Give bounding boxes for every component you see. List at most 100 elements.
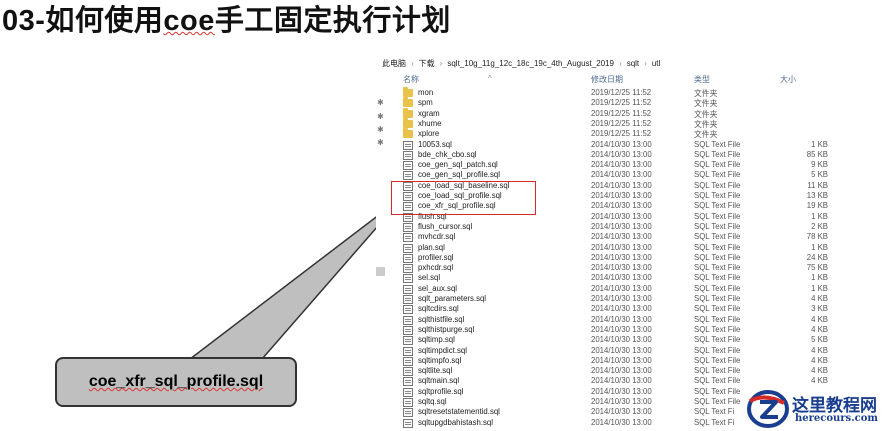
sql-file-icon xyxy=(403,346,413,356)
file-name: xgram xyxy=(418,108,440,118)
file-type: SQL Text Fi xyxy=(694,417,735,427)
breadcrumb-item[interactable]: sqlt_10g_11g_12c_18c_19c_4th_August_2019 xyxy=(447,59,614,68)
file-name: spm xyxy=(418,98,433,108)
file-row[interactable]: mvhcdr.sql 2014/10/30 13:00 SQL Text File 7… xyxy=(376,232,846,243)
sql-file-icon xyxy=(403,233,413,243)
sql-file-icon xyxy=(403,325,413,335)
file-name: sqltmain.sql xyxy=(418,376,460,386)
file-type: SQL Text File xyxy=(694,149,741,159)
sql-file-icon xyxy=(403,387,413,397)
file-name: flush_cursor.sql xyxy=(418,221,473,231)
sql-file-icon xyxy=(403,264,413,274)
file-size: 13 KB xyxy=(806,191,828,200)
file-type: SQL Text File xyxy=(694,335,741,345)
sql-file-icon xyxy=(403,150,413,160)
file-date: 2019/12/25 11:52 xyxy=(591,118,652,128)
file-row[interactable]: spm 2019/12/25 11:52 文件夹 xyxy=(376,97,846,108)
file-size: 4 KB xyxy=(811,324,828,334)
file-row[interactable]: 10053.sql 2014/10/30 13:00 SQL Text File 1 … xyxy=(376,140,846,150)
file-row[interactable]: profiler.sql 2014/10/30 13:00 SQL Text Fil… xyxy=(376,253,846,263)
file-size: 75 KB xyxy=(806,263,828,273)
sql-file-icon xyxy=(403,377,413,387)
file-name: sqltlite.sql xyxy=(418,366,453,376)
watermark-url: herecours.com xyxy=(795,413,879,424)
breadcrumb-item[interactable]: sqlt xyxy=(627,59,639,68)
file-type: SQL Text File xyxy=(694,283,741,293)
file-type: SQL Text File xyxy=(694,232,741,242)
file-size: 78 KB xyxy=(806,232,828,242)
file-row[interactable]: coe_gen_sql_profile.sql 2014/10/30 13:00 S… xyxy=(376,170,846,181)
file-name: mvhcdr.sql xyxy=(418,232,456,242)
file-row[interactable]: mon 2019/12/25 11:52 文件夹 xyxy=(376,87,846,98)
file-size: 4 KB xyxy=(811,355,828,365)
file-row[interactable]: xplore 2019/12/25 11:52 文件夹 xyxy=(376,128,846,139)
file-row[interactable]: sqltimp.sql 2014/10/30 13:00 SQL Text File… xyxy=(376,335,846,346)
file-row[interactable]: sqltcdirs.sql 2014/10/30 13:00 SQL Text Fi… xyxy=(376,304,846,315)
file-row[interactable]: xgram 2019/12/25 11:52 文件夹 xyxy=(376,107,846,119)
file-row[interactable]: xhume 2019/12/25 11:52 文件夹 xyxy=(376,117,846,129)
watermark-logo-icon xyxy=(747,390,789,428)
file-row[interactable]: sel_aux.sql 2014/10/30 13:00 SQL Text File… xyxy=(376,284,846,294)
file-type: SQL Text File xyxy=(694,324,741,334)
sql-file-icon xyxy=(403,253,413,263)
file-name: pxhcdr.sql xyxy=(418,263,454,273)
file-type: SQL Text File xyxy=(694,386,741,396)
file-size: 24 KB xyxy=(806,252,828,262)
folder-icon xyxy=(403,97,413,108)
file-name: sel.sql xyxy=(418,273,441,283)
sql-file-icon xyxy=(403,140,413,150)
file-row[interactable]: bde_chk_cbo.sql 2014/10/30 13:00 SQL Text … xyxy=(376,150,846,160)
file-row[interactable]: plan.sql 2014/10/30 13:00 SQL Text File 1 K… xyxy=(376,243,846,253)
column-type[interactable]: 类型 xyxy=(694,74,710,85)
file-name: coe_gen_sql_patch.sql xyxy=(418,160,498,170)
file-row[interactable]: sqltmain.sql 2014/10/30 13:00 SQL Text Fil… xyxy=(376,376,846,387)
file-row[interactable]: pxhcdr.sql 2014/10/30 13:00 SQL Text File 7… xyxy=(376,263,846,274)
file-type: SQL Text File xyxy=(694,180,741,190)
file-date: 2014/10/30 13:00 xyxy=(591,294,652,303)
file-name: sqlthistpurge.sql xyxy=(418,324,475,334)
file-row[interactable]: sqltimpfo.sql 2014/10/30 13:00 SQL Text Fi… xyxy=(376,356,846,366)
highlight-box xyxy=(391,181,536,215)
folder-icon xyxy=(403,107,413,118)
file-row[interactable]: sqltimpdict.sql 2014/10/30 13:00 SQL Text … xyxy=(376,346,846,356)
column-header: ^ 名称 修改日期 类型 大小 xyxy=(376,70,846,86)
breadcrumb-item[interactable]: 此电脑 xyxy=(382,59,406,68)
breadcrumb-item[interactable]: 下载 xyxy=(419,59,435,68)
file-date: 2014/10/30 13:00 xyxy=(591,304,652,314)
file-row[interactable]: sqlthistpurge.sql 2014/10/30 13:00 SQL Tex… xyxy=(376,325,846,335)
file-date: 2014/10/30 13:00 xyxy=(591,263,652,273)
file-row[interactable]: flush_cursor.sql 2014/10/30 13:00 SQL Text… xyxy=(376,222,846,232)
file-date: 2014/10/30 13:00 xyxy=(591,201,652,211)
breadcrumb-item[interactable]: utl xyxy=(652,59,660,68)
sql-file-icon xyxy=(403,336,413,346)
file-type: SQL Text File xyxy=(694,273,741,283)
file-name: sqltq.sql xyxy=(418,397,447,406)
file-size: 5 KB xyxy=(811,170,828,180)
file-date: 2014/10/30 13:00 xyxy=(591,211,652,221)
file-row[interactable]: sqlt_parameters.sql 2014/10/30 13:00 SQL T… xyxy=(376,294,846,304)
file-row[interactable]: coe_gen_sql_patch.sql 2014/10/30 13:00 SQL… xyxy=(376,160,846,171)
file-type: SQL Text File xyxy=(694,397,741,406)
sql-file-icon xyxy=(403,295,413,304)
file-type: SQL Text File xyxy=(694,294,741,303)
column-date[interactable]: 修改日期 xyxy=(591,74,623,85)
file-type: SQL Text File xyxy=(694,201,741,211)
file-row[interactable]: sqlthistfile.sql 2014/10/30 13:00 SQL Text… xyxy=(376,315,846,325)
file-type: SQL Text File xyxy=(694,139,741,149)
file-type: SQL Text File xyxy=(694,304,741,314)
sql-file-icon xyxy=(403,398,413,407)
file-size: 9 KB xyxy=(811,160,828,170)
file-date: 2014/10/30 13:00 xyxy=(591,242,652,252)
file-size: 85 KB xyxy=(806,149,828,159)
file-row[interactable]: sqltlite.sql 2014/10/30 13:00 SQL Text Fil… xyxy=(376,366,846,377)
sql-file-icon xyxy=(403,243,413,253)
column-name[interactable]: 名称 xyxy=(403,74,419,85)
file-size: 4 KB xyxy=(811,345,828,355)
file-name: xplore xyxy=(418,129,440,139)
file-date: 2014/10/30 13:00 xyxy=(591,366,652,376)
file-row[interactable]: sel.sql 2014/10/30 13:00 SQL Text File 1 KB xyxy=(376,273,846,284)
file-name: sqlthistfile.sql xyxy=(418,314,465,324)
file-date: 2014/10/30 13:00 xyxy=(591,149,652,159)
column-size[interactable]: 大小 xyxy=(780,74,796,85)
file-size: 1 KB xyxy=(811,273,828,283)
